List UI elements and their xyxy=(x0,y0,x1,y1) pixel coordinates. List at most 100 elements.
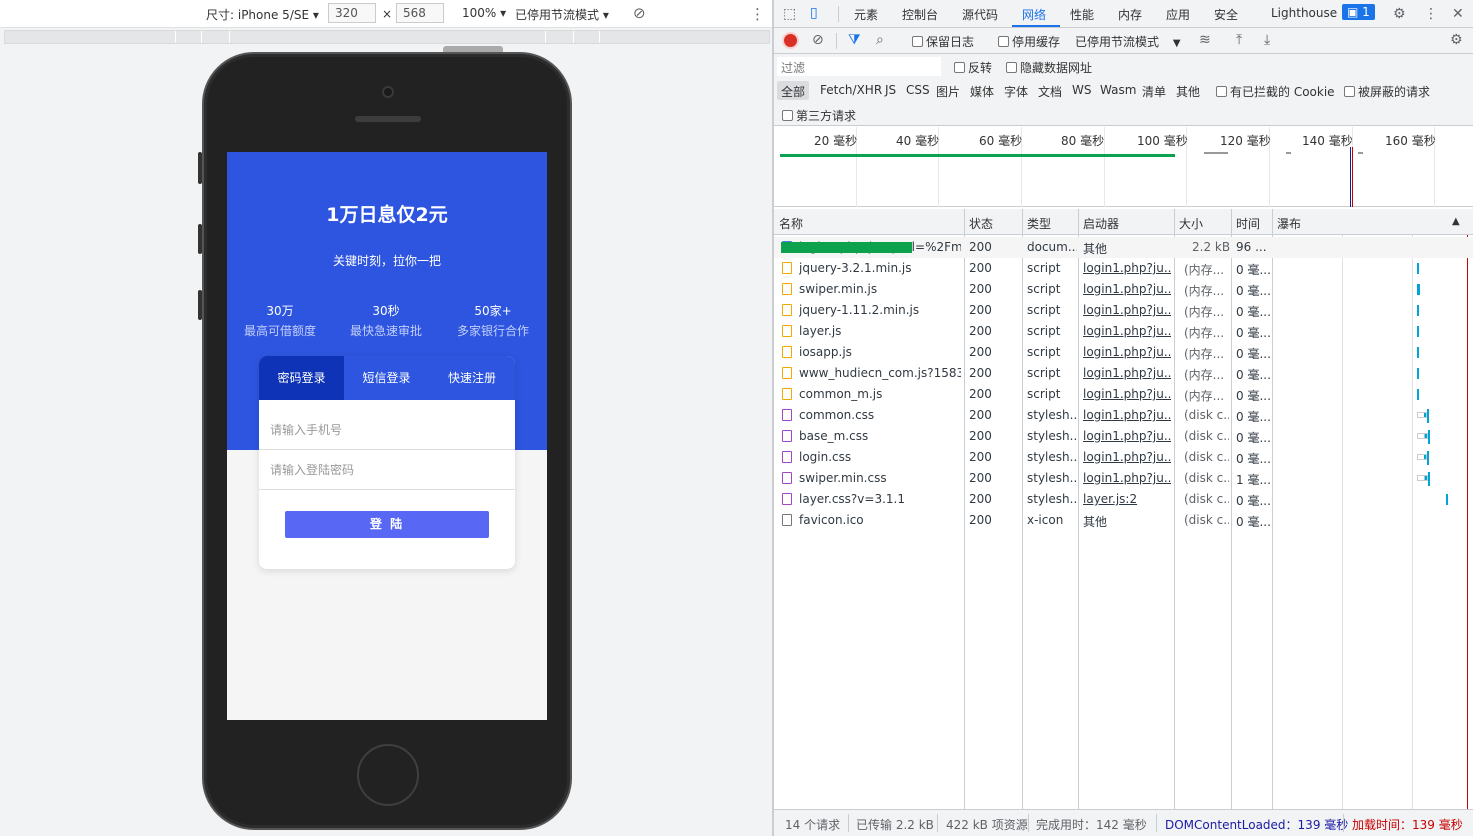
type-filter-doc[interactable]: 文档 xyxy=(1038,83,1062,100)
request-name[interactable]: jquery-1.11.2.min.js xyxy=(799,303,961,317)
table-row[interactable]: iosapp.js 200 script login1.php?ju... (内存...… xyxy=(774,342,1473,363)
request-name[interactable]: www_hudiecn_com.js?15835... xyxy=(799,366,961,380)
filter-input[interactable]: 过滤 xyxy=(777,57,941,76)
request-name[interactable]: layer.js xyxy=(799,324,961,338)
height-input[interactable]: 568 xyxy=(396,3,444,23)
request-name[interactable]: jquery-3.2.1.min.js xyxy=(799,261,961,275)
type-filter-all[interactable]: 全部 xyxy=(781,83,805,100)
filter-icon[interactable]: ⧩ xyxy=(848,32,861,48)
type-filter-ws[interactable]: WS xyxy=(1072,83,1091,97)
table-row[interactable]: swiper.min.css 200 stylesh... login1.php?ju… xyxy=(774,468,1473,489)
timeline-overview[interactable]: 20 毫秒 40 毫秒 60 毫秒 80 毫秒 100 毫秒 120 毫秒 14… xyxy=(774,127,1473,207)
clear-icon[interactable]: ⊘ xyxy=(812,32,824,48)
type-filter-media[interactable]: 媒体 xyxy=(970,83,994,100)
request-name[interactable]: base_m.css xyxy=(799,429,961,443)
width-input[interactable]: 320 xyxy=(328,3,376,23)
login-button[interactable]: 登 陆 xyxy=(285,511,489,538)
type-filter-wasm[interactable]: Wasm xyxy=(1100,83,1136,97)
invert-checkbox[interactable]: 反转 xyxy=(954,59,992,76)
request-name[interactable]: common.css xyxy=(799,408,961,422)
request-initiator[interactable]: login1.php?ju... xyxy=(1083,408,1171,422)
table-row[interactable]: layer.css?v=3.1.1 200 stylesh... layer.js:2… xyxy=(774,489,1473,510)
type-filter-img[interactable]: 图片 xyxy=(936,83,960,100)
type-filter-manifest[interactable]: 清单 xyxy=(1142,83,1166,100)
issues-badge[interactable]: ▣ 1 xyxy=(1342,4,1375,20)
request-name[interactable]: login.css xyxy=(799,450,961,464)
hide-data-urls-checkbox[interactable]: 隐藏数据网址 xyxy=(1006,59,1092,76)
request-name[interactable]: iosapp.js xyxy=(799,345,961,359)
request-initiator[interactable]: login1.php?ju... xyxy=(1083,282,1171,296)
phone-input[interactable]: 请输入手机号 xyxy=(259,410,515,450)
column-status[interactable]: 状态 xyxy=(969,215,993,232)
blocked-requests-checkbox[interactable]: 被屏蔽的请求 xyxy=(1344,83,1430,100)
search-icon[interactable]: ⌕ xyxy=(876,32,884,48)
tab-elements[interactable]: 元素 xyxy=(854,6,878,23)
type-filter-css[interactable]: CSS xyxy=(906,83,930,97)
column-size[interactable]: 大小 xyxy=(1179,215,1203,232)
request-name[interactable]: favicon.ico xyxy=(799,513,961,527)
type-filter-other[interactable]: 其他 xyxy=(1176,83,1200,100)
throttle-dropdown[interactable]: 已停用节流模式 ▼ xyxy=(1075,33,1181,50)
tab-console[interactable]: 控制台 xyxy=(902,6,938,23)
request-initiator[interactable]: layer.js:2 xyxy=(1083,492,1171,506)
table-row[interactable]: login1.php?jumpurl=%2Fm1...200docum...其他… xyxy=(774,237,1473,258)
request-name[interactable]: common_m.js xyxy=(799,387,961,401)
request-initiator[interactable]: login1.php?ju... xyxy=(1083,387,1171,401)
type-filter-xhr[interactable]: Fetch/XHR xyxy=(820,83,882,97)
request-initiator[interactable]: login1.php?ju... xyxy=(1083,345,1171,359)
type-filter-font[interactable]: 字体 xyxy=(1004,83,1028,100)
tab-network[interactable]: 网络 xyxy=(1022,6,1046,23)
record-icon[interactable] xyxy=(784,34,797,47)
import-har-icon[interactable]: ⤒ xyxy=(1236,32,1242,48)
close-devtools-icon[interactable]: ✕ xyxy=(1452,6,1464,22)
tab-password-login[interactable]: 密码登录 xyxy=(259,356,344,400)
table-row[interactable]: favicon.ico 200 x-icon 其他 (disk c... 0 毫... xyxy=(774,510,1473,531)
column-type[interactable]: 类型 xyxy=(1027,215,1051,232)
throttle-select[interactable]: 已停用节流模式 ▾ xyxy=(515,6,609,23)
third-party-checkbox[interactable]: 第三方请求 xyxy=(782,107,856,124)
table-row[interactable]: login.css 200 stylesh... login1.php?ju... (d… xyxy=(774,447,1473,468)
table-row[interactable]: common_m.js 200 script login1.php?ju... (内存.… xyxy=(774,384,1473,405)
rotate-icon[interactable]: ⊘ xyxy=(633,4,646,22)
more-options-icon[interactable]: ⋮ xyxy=(750,5,765,23)
table-row[interactable]: jquery-3.2.1.min.js 200 script login1.php?j… xyxy=(774,258,1473,279)
inspect-element-icon[interactable]: ⬚ xyxy=(783,6,796,22)
network-conditions-icon[interactable]: ≋ xyxy=(1199,32,1211,48)
tab-security[interactable]: 安全 xyxy=(1214,6,1238,23)
request-initiator[interactable]: login1.php?ju... xyxy=(1083,366,1171,380)
export-har-icon[interactable]: ⤓ xyxy=(1264,32,1270,48)
request-initiator[interactable]: login1.php?ju... xyxy=(1083,450,1171,464)
request-name[interactable]: swiper.min.css xyxy=(799,471,961,485)
kebab-menu-icon[interactable]: ⋮ xyxy=(1424,6,1438,22)
column-initiator[interactable]: 启动器 xyxy=(1083,215,1119,232)
table-row[interactable]: www_hudiecn_com.js?15835... 200 script logi… xyxy=(774,363,1473,384)
tab-quick-register[interactable]: 快速注册 xyxy=(429,356,515,400)
request-initiator[interactable]: login1.php?ju... xyxy=(1083,261,1171,275)
disable-cache-checkbox[interactable]: 停用缓存 xyxy=(998,33,1060,50)
column-time[interactable]: 时间 xyxy=(1236,215,1260,232)
column-name[interactable]: 名称 xyxy=(779,215,803,232)
request-initiator[interactable]: login1.php?ju... xyxy=(1083,324,1171,338)
table-row[interactable]: common.css 200 stylesh... login1.php?ju... (… xyxy=(774,405,1473,426)
settings-gear-icon[interactable]: ⚙ xyxy=(1393,6,1406,22)
network-settings-icon[interactable]: ⚙ xyxy=(1450,32,1463,48)
table-row[interactable]: jquery-1.11.2.min.js 200 script login1.php?… xyxy=(774,300,1473,321)
tab-sms-login[interactable]: 短信登录 xyxy=(344,356,429,400)
column-waterfall[interactable]: 瀑布 xyxy=(1277,215,1301,232)
request-name[interactable]: swiper.min.js xyxy=(799,282,961,296)
table-row[interactable]: layer.js 200 script login1.php?ju... (内存... 0… xyxy=(774,321,1473,342)
type-filter-js[interactable]: JS xyxy=(885,83,896,97)
table-row[interactable]: base_m.css 200 stylesh... login1.php?ju... (… xyxy=(774,426,1473,447)
request-initiator[interactable]: login1.php?ju... xyxy=(1083,429,1171,443)
tab-lighthouse[interactable]: Lighthouse xyxy=(1271,6,1337,20)
tab-sources[interactable]: 源代码 xyxy=(962,6,998,23)
blocked-cookies-checkbox[interactable]: 有已拦截的 Cookie xyxy=(1216,83,1335,100)
device-select[interactable]: 尺寸: iPhone 5/SE ▾ xyxy=(206,6,319,23)
table-row[interactable]: swiper.min.js 200 script login1.php?ju... (内… xyxy=(774,279,1473,300)
request-name[interactable]: layer.css?v=3.1.1 xyxy=(799,492,961,506)
tab-memory[interactable]: 内存 xyxy=(1118,6,1142,23)
sort-ascending-icon[interactable]: ▲ xyxy=(1452,216,1460,227)
request-initiator[interactable]: login1.php?ju... xyxy=(1083,303,1171,317)
tab-performance[interactable]: 性能 xyxy=(1070,6,1094,23)
zoom-select[interactable]: 100% ▾ xyxy=(462,6,506,20)
